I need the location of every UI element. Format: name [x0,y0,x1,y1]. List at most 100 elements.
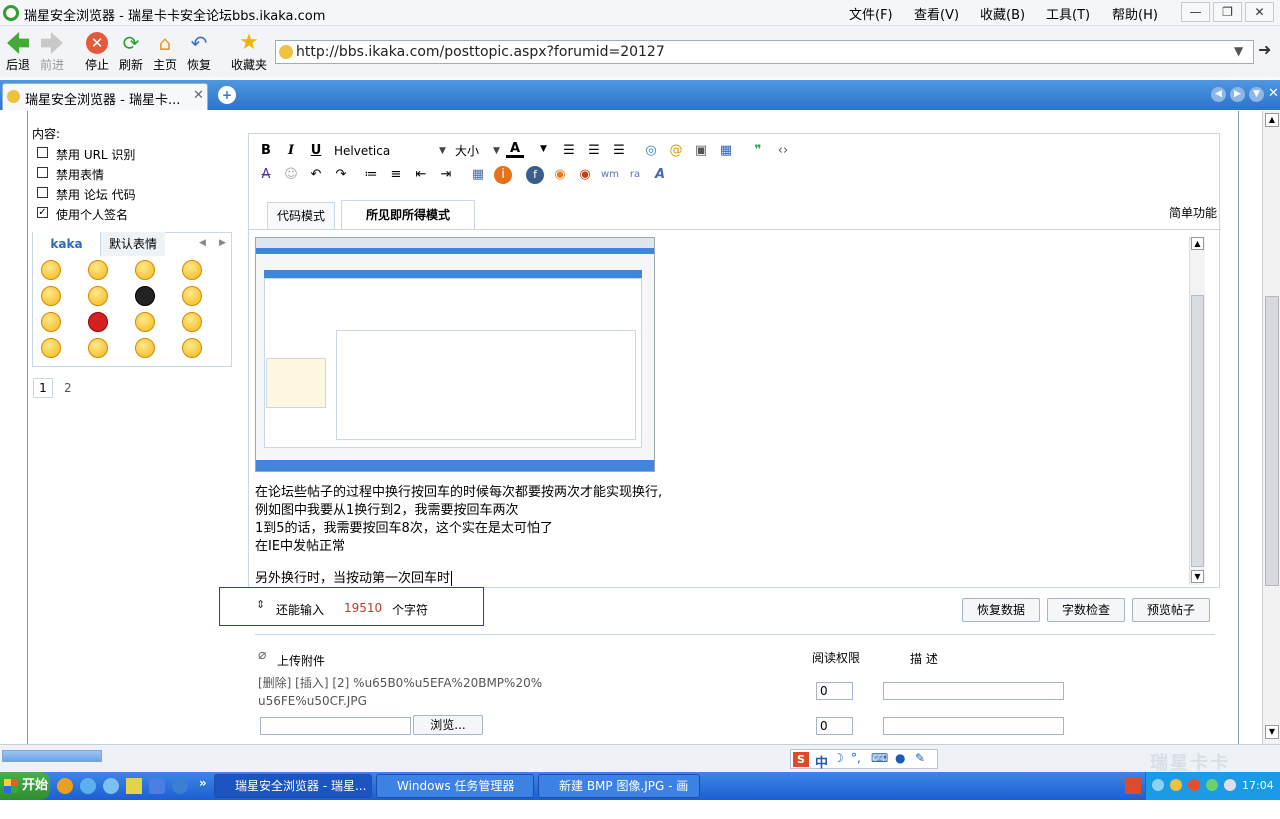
use-signature-checkbox[interactable]: ✓ [37,207,48,218]
punctuation-icon[interactable]: °, [851,751,861,765]
ime-chinese-mode[interactable]: 中 [815,752,828,771]
permission-input-2[interactable]: 0 [816,717,853,735]
align-center-icon[interactable]: ☰ [585,142,603,160]
scroll-thumb[interactable] [1191,295,1204,567]
media-player-icon[interactable]: ◉ [551,166,569,184]
task-task-manager[interactable]: Windows 任务管理器 [376,774,534,798]
tab-code-mode[interactable]: 代码模式 [267,202,335,229]
task-browser[interactable]: 瑞星安全浏览器 - 瑞星... [214,774,372,798]
code-icon[interactable]: ‹› [774,142,792,160]
emoticon-page-1[interactable]: 1 [33,378,53,398]
emoticon-face-icon[interactable] [41,312,61,332]
dropdown-arrow-icon[interactable]: ▼ [1234,44,1243,58]
outdent-icon[interactable]: ⇤ [412,166,430,184]
quicklaunch-qq-icon[interactable] [103,778,119,794]
settings-wrench-icon[interactable]: ✎ [915,751,925,765]
table-icon[interactable]: ▦ [469,166,487,184]
address-bar[interactable]: http://bbs.ikaka.com/posttopic.aspx?foru… [275,40,1254,64]
emoticon-face-icon[interactable] [88,260,108,280]
clock[interactable]: 17:04 [1242,779,1274,792]
page-scroll-up-icon[interactable]: ▲ [1265,113,1279,127]
emoticon-prev-icon[interactable]: ◀ [199,238,206,248]
close-button[interactable]: ✕ [1245,2,1274,22]
back-button[interactable]: 后退 [1,30,35,73]
tab-close-icon[interactable]: ✕ [193,88,204,103]
refresh-button[interactable]: ⟳ 刷新 [114,30,148,73]
emoticon-face-icon[interactable] [182,260,202,280]
editor-text[interactable]: 在论坛些帖子的过程中换行按回车的时候每次都要按两次才能实现换行, 例如图中我要从… [255,484,662,588]
restore-button[interactable]: ↶ 恢复 [182,30,216,73]
file-path-input[interactable] [260,717,411,735]
quicklaunch-browser-icon[interactable] [57,778,73,794]
tray-icon[interactable] [1206,779,1218,791]
scroll-up-icon[interactable]: ▲ [1191,237,1204,250]
new-tab-icon[interactable]: + [218,86,236,104]
menu-view[interactable]: 查看(V) [914,4,959,23]
emoticon-face-icon[interactable] [41,260,61,280]
emoticon-face-icon[interactable] [88,312,108,332]
font-select[interactable]: Helvetica ▼ [334,142,446,160]
embedded-screenshot-image[interactable] [255,237,655,472]
emoticon-face-icon[interactable] [182,338,202,358]
tab-scroll-right-icon[interactable]: ▶ [1230,87,1245,102]
menu-file[interactable]: 文件(F) [849,4,893,23]
emoticon-next-icon[interactable]: ▶ [219,238,226,248]
italic-button[interactable]: I [282,142,300,160]
attachment-entry[interactable]: [删除] [插入] [2] %u65B0%u5EFA%20BMP%20% [258,674,542,691]
menu-help[interactable]: 帮助(H) [1112,4,1158,23]
font-color-button[interactable]: A [506,140,524,158]
bullet-list-icon[interactable]: ≡ [387,166,405,184]
quicklaunch-app-icon[interactable] [149,778,165,794]
disable-forum-code-checkbox[interactable] [37,187,48,198]
task-paint[interactable]: 新建 BMP 图像.JPG - 画图 [538,774,700,815]
emoticon-face-icon[interactable] [135,338,155,358]
disable-emoticons-checkbox[interactable] [37,167,48,178]
quicklaunch-ie-icon[interactable] [80,778,96,794]
tab-scroll-left-icon[interactable]: ◀ [1211,87,1226,102]
tray-icon[interactable] [1188,779,1200,791]
go-arrow-icon[interactable]: ➜ [1258,40,1271,59]
simple-mode-link[interactable]: 简单功能 [1169,204,1217,221]
half-width-icon[interactable]: ☽ [833,751,844,765]
emoticon-face-icon[interactable] [182,312,202,332]
browse-button[interactable]: 浏览... [413,715,483,735]
info-icon[interactable]: i [494,166,512,184]
favorites-button[interactable]: ★ 收藏夹 [229,30,269,73]
quote-icon[interactable]: ❞ [749,142,767,160]
editor-scrollbar[interactable]: ▲ ▼ [1189,237,1205,585]
flash-icon[interactable]: f [526,166,544,184]
remove-format-icon[interactable]: A [257,166,275,184]
menu-tools[interactable]: 工具(T) [1046,4,1090,23]
stop-button[interactable]: ✕ 停止 [80,30,114,73]
text-effect-icon[interactable]: A [651,166,669,184]
volume-icon[interactable] [1224,779,1236,791]
maximize-button[interactable]: ❐ [1213,2,1242,22]
page-scroll-thumb[interactable] [1265,296,1279,586]
menu-favorites[interactable]: 收藏(B) [980,4,1025,23]
emoticon-face-icon[interactable] [41,286,61,306]
ordered-list-icon[interactable]: ≔ [362,166,380,184]
tab-active[interactable]: 瑞星安全浏览器 - 瑞星卡... ✕ [2,83,208,110]
insert-media-icon[interactable]: ▦ [717,142,735,160]
tray-ime-icon[interactable] [1125,778,1141,794]
emoticon-face-icon[interactable] [41,338,61,358]
emoticon-face-icon[interactable] [88,338,108,358]
bold-button[interactable]: B [257,142,275,160]
insert-email-icon[interactable]: @ [667,142,685,160]
size-select[interactable]: 大小 ▼ [455,142,503,160]
align-left-icon[interactable]: ☰ [560,142,578,160]
color-dropdown-icon[interactable]: ▼ [540,144,547,154]
tray-icon[interactable] [1152,779,1164,791]
redo-icon[interactable]: ↷ [332,166,350,184]
scroll-down-icon[interactable]: ▼ [1191,570,1204,583]
disable-url-checkbox[interactable] [37,147,48,158]
quicklaunch-desktop-icon[interactable] [126,778,142,794]
realplayer-icon[interactable]: ◉ [576,166,594,184]
underline-button[interactable]: U [307,142,325,160]
align-right-icon[interactable]: ☰ [610,142,628,160]
close-tab-icon[interactable]: ✕ [1268,86,1279,101]
permission-input[interactable]: 0 [816,682,853,700]
emoticon-face-icon[interactable] [135,260,155,280]
tab-list-icon[interactable]: ▼ [1249,87,1264,102]
insert-image-icon[interactable]: ▣ [692,142,710,160]
